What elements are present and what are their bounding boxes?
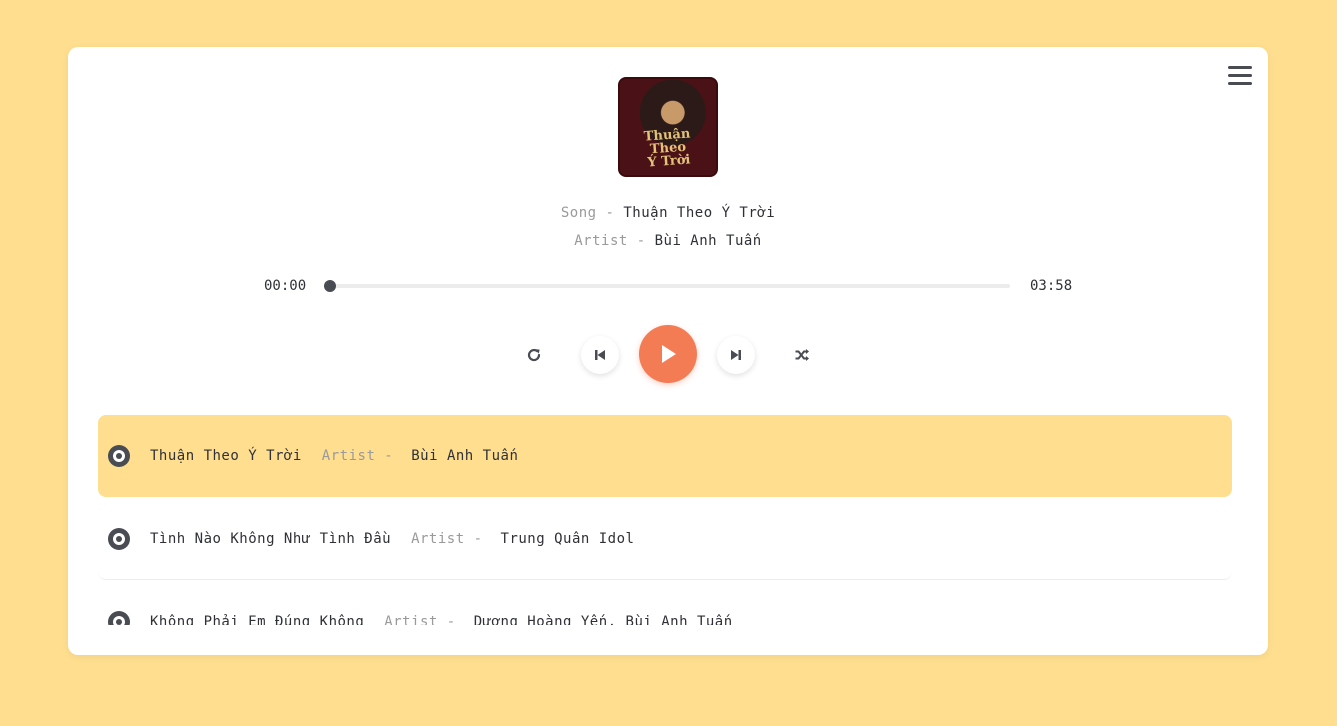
player-card: Thuận Theo Ý Trời Song - Thuận Theo Ý Tr… <box>68 47 1268 655</box>
playlist-item-artist-label: Artist - <box>321 448 394 464</box>
playlist-item-title: Thuận Theo Ý Trời <box>150 448 302 464</box>
next-icon <box>731 350 741 360</box>
progress-thumb[interactable] <box>324 280 336 292</box>
now-playing-song: Song - Thuận Theo Ý Trời <box>68 205 1268 221</box>
shuffle-button[interactable] <box>787 340 817 370</box>
menu-icon[interactable] <box>1228 66 1252 86</box>
disc-icon <box>108 445 130 467</box>
repeat-button[interactable] <box>519 340 549 370</box>
next-button[interactable] <box>717 336 755 374</box>
artist-name: Bùi Anh Tuấn <box>654 233 762 249</box>
album-cover: Thuận Theo Ý Trời <box>618 77 718 177</box>
repeat-icon <box>527 348 541 362</box>
play-icon <box>662 345 676 363</box>
playlist-item-artist: Dương Hoàng Yến, Bùi Anh Tuấn <box>473 613 733 626</box>
song-label: Song - <box>560 205 624 221</box>
playlist-item-artist-label: Artist - <box>384 613 456 626</box>
duration-time: 03:58 <box>1030 278 1073 294</box>
playlist-item-artist: Bùi Anh Tuấn <box>411 448 519 464</box>
playlist: Thuận Theo Ý Trời Artist - Bùi Anh Tuấn … <box>98 415 1232 625</box>
playlist-item-artist: Trung Quân Idol <box>500 530 635 547</box>
playlist-item[interactable]: Tình Nào Không Như Tình Đầu Artist - Tru… <box>98 498 1232 580</box>
shuffle-icon <box>795 349 809 361</box>
playlist-item[interactable]: Không Phải Em Đúng Không Artist - Dương … <box>98 581 1232 625</box>
disc-icon <box>108 610 130 625</box>
playlist-item-artist-label: Artist - <box>411 530 483 547</box>
song-title: Thuận Theo Ý Trời <box>623 205 776 221</box>
artist-label: Artist - <box>574 233 655 249</box>
current-time: 00:00 <box>264 278 307 294</box>
previous-icon <box>595 350 605 360</box>
cover-caption: Thuận Theo Ý Trời <box>631 126 706 171</box>
progress-bar[interactable] <box>324 280 1010 292</box>
playlist-item-title: Không Phải Em Đúng Không <box>150 613 365 626</box>
now-playing-artist: Artist - Bùi Anh Tuấn <box>68 233 1268 249</box>
playlist-item[interactable]: Thuận Theo Ý Trời Artist - Bùi Anh Tuấn <box>98 415 1232 497</box>
previous-button[interactable] <box>581 336 619 374</box>
play-button[interactable] <box>639 325 697 383</box>
disc-icon <box>108 527 130 550</box>
playlist-item-title: Tình Nào Không Như Tình Đầu <box>150 530 392 547</box>
